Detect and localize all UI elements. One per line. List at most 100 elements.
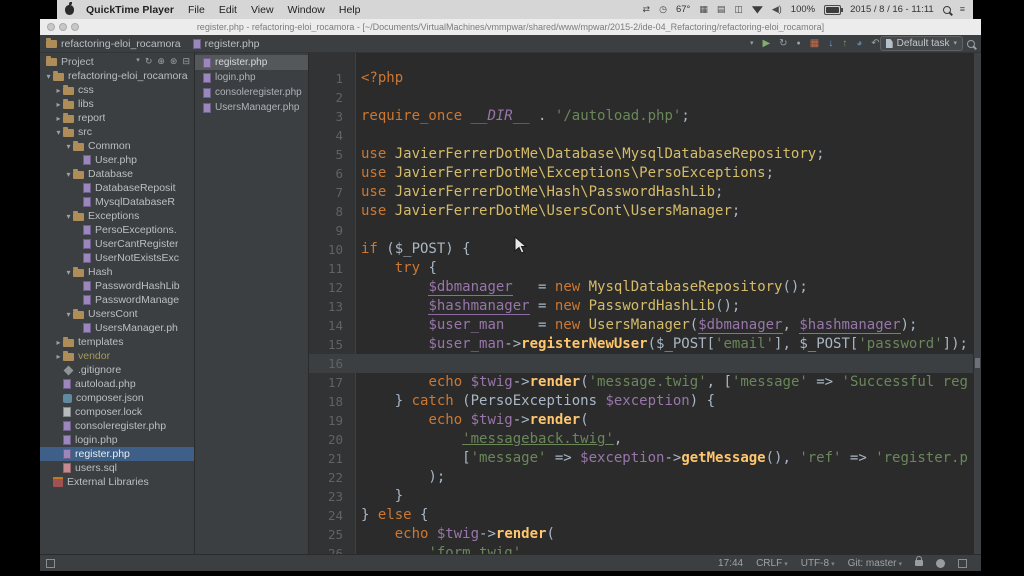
record-icon[interactable]: ● [797,40,801,47]
code-line[interactable]: 9 [309,221,973,240]
refresh-icon[interactable]: ↻ [145,56,153,67]
tree-item[interactable]: ▾Hash [40,265,194,279]
editor-tab[interactable]: consoleregister.php [195,85,308,100]
tree-item[interactable]: login.php [40,433,194,447]
project-panel-title[interactable]: Project [61,56,94,68]
code-line[interactable]: 16 [309,354,981,373]
tree-item[interactable]: DatabaseReposit [40,181,194,195]
tree-item[interactable]: PasswordManage [40,293,194,307]
undo-icon[interactable]: ↶ [871,39,879,49]
tree-item[interactable]: ▸report [40,111,194,125]
editor-tab[interactable]: UsersManager.php [195,100,308,115]
menubar-menu-help[interactable]: Help [339,4,361,16]
tree-item[interactable]: ▾src [40,125,194,139]
tree-item[interactable]: PasswordHashLib [40,279,194,293]
code-line[interactable]: 13 $hashmanager = new PasswordHashLib(); [309,297,973,316]
chevron-right-icon[interactable]: ▸ [54,114,63,123]
tree-item[interactable]: ▾refactoring-eloi_rocamora [40,69,194,83]
code-line[interactable]: 17 echo $twig->render('message.twig', ['… [309,373,973,392]
clock-icon[interactable]: ◷ [659,5,667,14]
code-line[interactable]: 15 $user_man->registerNewUser($_POST['em… [309,335,973,354]
tree-item[interactable]: composer.lock [40,405,194,419]
code-line[interactable]: 8use JavierFerrerDotMe\UsersCont\UsersMa… [309,202,973,221]
menubar-menu-window[interactable]: Window [288,4,325,16]
tree-item[interactable]: PersoExceptions. [40,223,194,237]
code-line[interactable]: 19 echo $twig->render( [309,411,973,430]
chevron-down-icon[interactable]: ▾ [54,128,63,137]
tree-item[interactable]: register.php [40,447,194,461]
coverage-icon[interactable]: ▦ [810,39,819,49]
sync-icon[interactable]: ⇄ [643,5,651,14]
code-line[interactable]: 1<?php [309,69,973,88]
tree-item[interactable]: UserNotExistsExc [40,251,194,265]
code-line[interactable]: 22 ); [309,468,973,487]
tree-item[interactable]: consoleregister.php [40,419,194,433]
tree-item[interactable]: MysqlDatabaseR [40,195,194,209]
editor-tab[interactable]: login.php [195,70,308,85]
menubar-menu-edit[interactable]: Edit [219,4,237,16]
code-line[interactable]: 25 echo $twig->render( [309,525,973,544]
tree-item[interactable]: composer.json [40,391,194,405]
wifi-icon[interactable] [752,6,763,14]
code-line[interactable]: 23 } [309,487,973,506]
code-line[interactable]: 11 try { [309,259,973,278]
caret-position[interactable]: 17:44 [718,558,743,569]
vcs-branch-widget[interactable]: Git: master [848,558,902,569]
code-line[interactable]: 12 $dbmanager = new MysqlDatabaseReposit… [309,278,973,297]
code-line[interactable]: 26 'form.twig', [309,544,973,554]
code-line[interactable]: 6use JavierFerrerDotMe\Exceptions\PersoE… [309,164,973,183]
chevron-right-icon[interactable]: ▸ [54,86,63,95]
chevron-down-icon[interactable]: ▾ [44,72,53,81]
chart-icon[interactable]: ▦ [699,5,708,14]
code-line[interactable]: 20 'messageback.twig', [309,430,973,449]
refresh-icon[interactable]: ↻ [779,39,787,49]
code-line[interactable]: 4 [309,126,973,145]
code-line[interactable]: 5use JavierFerrerDotMe\Database\MysqlDat… [309,145,973,164]
menubar-datetime[interactable]: 2015 / 8 / 16 - 11:11 [850,4,934,15]
tree-item[interactable]: UserCantRegister [40,237,194,251]
chevron-down-icon[interactable]: ▾ [64,212,73,221]
code-line[interactable]: 18 } catch (PersoExceptions $exception) … [309,392,973,411]
tree-item[interactable]: User.php [40,153,194,167]
code-editor[interactable]: 1<?php23require_once __DIR__ . '/autoloa… [309,53,981,554]
highlighting-level-icon[interactable] [936,559,945,568]
menu-list-icon[interactable]: ≡ [960,5,965,14]
tree-item[interactable]: ▾UsersCont [40,307,194,321]
tree-item[interactable]: ▸css [40,83,194,97]
gear-icon[interactable]: ⊛ [170,56,178,67]
code-line[interactable]: 14 $user_man = new UsersManager($dbmanag… [309,316,973,335]
collapse-icon[interactable]: ⊟ [182,56,190,67]
code-line[interactable]: 2 [309,88,973,107]
update-project-icon[interactable]: ↓ [828,39,833,49]
toggle-toolwindows-icon[interactable] [46,559,55,568]
task-selector[interactable]: Default task ▾ [880,36,963,51]
tree-item[interactable]: ▾Exceptions [40,209,194,223]
line-ending-selector[interactable]: CRLF [756,558,788,569]
boxes-icon[interactable]: ◫ [734,5,743,14]
code-line[interactable]: 3require_once __DIR__ . '/autoload.php'; [309,107,973,126]
tree-item[interactable]: .gitignore [40,363,194,377]
minimize-window-button[interactable] [59,23,67,31]
chevron-down-icon[interactable]: ▾ [136,56,140,67]
chevron-down-icon[interactable]: ▾ [64,170,73,179]
menubar-app-name[interactable]: QuickTime Player [86,4,174,16]
code-line[interactable]: 7use JavierFerrerDotMe\Hash\PasswordHash… [309,183,973,202]
expand-chevron-icon[interactable]: ▾ [750,40,754,47]
tree-item[interactable]: ▾Common [40,139,194,153]
menubar-menu-file[interactable]: File [188,4,205,16]
code-line[interactable]: 24} else { [309,506,973,525]
chevron-down-icon[interactable]: ▾ [64,268,73,277]
tree-item[interactable]: ▸libs [40,97,194,111]
tree-item[interactable]: ▸templates [40,335,194,349]
readonly-lock-icon[interactable] [915,560,923,566]
tree-item[interactable]: UsersManager.ph [40,321,194,335]
breadcrumb-item-1[interactable]: register.php [193,38,260,50]
locate-icon[interactable]: ⊕ [157,56,165,67]
tree-item[interactable]: ▸vendor [40,349,194,363]
display-icon[interactable]: ▤ [717,5,726,14]
chevron-down-icon[interactable]: ▾ [64,142,73,151]
code-line[interactable]: 10if ($_POST) { [309,240,973,259]
close-window-button[interactable] [47,23,55,31]
chevron-right-icon[interactable]: ▸ [54,100,63,109]
recent-changes-icon[interactable]: ◕ [856,39,862,49]
